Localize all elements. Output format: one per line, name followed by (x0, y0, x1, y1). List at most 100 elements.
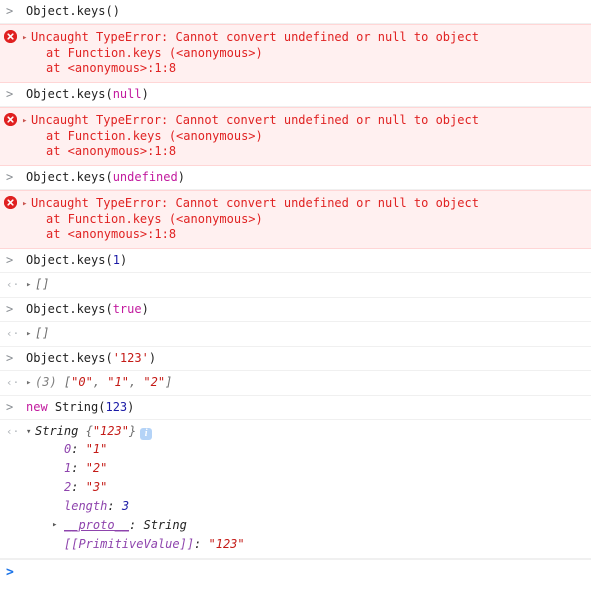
console-result-preview: ▸[] (26, 277, 591, 293)
expand-triangle-icon[interactable]: ▸ (26, 327, 35, 342)
error-circle-icon (4, 113, 17, 126)
token: "0" (71, 375, 93, 389)
property-value: String (143, 518, 187, 532)
property-separator: : (71, 442, 86, 456)
console-panel[interactable]: > Object.keys() ▸ Uncaught TypeError: Canno… (0, 0, 591, 603)
console-expression: Object.keys(1) (26, 253, 591, 268)
input-marker-icon: > (6, 170, 14, 184)
property-name: [[PrimitiveValue]] (64, 537, 195, 551)
console-input-row[interactable]: > Object.keys() (0, 0, 591, 24)
error-stack-line: at Function.keys (<anonymous>) (46, 212, 263, 226)
console-expression: Object.keys(null) (26, 87, 591, 102)
console-output-row[interactable]: ‹· ▸[] (0, 322, 591, 347)
property-separator: : (71, 480, 86, 494)
console-input-row[interactable]: > Object.keys('123') (0, 347, 591, 371)
token: , (92, 375, 108, 389)
error-message-block: ▸ Uncaught TypeError: Cannot convert unde… (22, 30, 591, 76)
output-marker-icon: ‹· (6, 376, 20, 389)
prompt-caret-icon: > (6, 565, 14, 580)
object-property-row[interactable]: 2: "3" (26, 478, 585, 497)
token: "1" (107, 375, 129, 389)
token: [] (35, 326, 50, 340)
token: ) (141, 87, 149, 101)
input-marker-icon: > (6, 351, 14, 365)
object-property-row[interactable]: ▸ __proto__: String (26, 516, 585, 535)
console-expression: Object.keys() (26, 4, 591, 19)
token: "2" (143, 375, 166, 389)
token: null (112, 87, 142, 101)
error-stack-line: at <anonymous>:1:8 (46, 61, 177, 75)
console-expression: Object.keys(undefined) (26, 170, 591, 185)
token: String( (47, 400, 106, 414)
console-input-row[interactable]: > Object.keys(null) (0, 83, 591, 107)
expand-triangle-icon[interactable]: ▸ (26, 376, 35, 391)
token: [] (35, 277, 50, 291)
error-stack-line: at Function.keys (<anonymous>) (46, 129, 263, 143)
console-error-row[interactable]: ▸ Uncaught TypeError: Cannot convert unde… (0, 107, 591, 166)
token: ] (165, 375, 173, 389)
console-prompt-row[interactable]: > (0, 559, 591, 603)
console-output-row[interactable]: ‹· ▸ (3) ["0", "1", "2"] (0, 371, 591, 396)
property-value: "123" (208, 537, 245, 551)
console-input-row[interactable]: > Object.keys(true) (0, 298, 591, 322)
expand-triangle-icon[interactable]: ▸ (26, 278, 35, 293)
property-name: __proto__ (64, 518, 130, 532)
console-output-row-expanded[interactable]: ‹· ▾ String {"123"} i 0: "1" 1: "2" 2: "3" leng… (0, 420, 591, 559)
info-badge-icon[interactable]: i (140, 428, 153, 440)
console-output-row[interactable]: ‹· ▸[] (0, 273, 591, 298)
property-value: 3 (121, 499, 130, 513)
error-message-block: ▸ Uncaught TypeError: Cannot convert unde… (22, 113, 591, 159)
object-property-row[interactable]: length: 3 (26, 497, 585, 516)
token: 1 (112, 253, 120, 267)
error-message-line: ▸ Uncaught TypeError: Cannot convert unde… (22, 113, 585, 129)
token: "123" (92, 424, 129, 438)
collapse-triangle-icon[interactable]: ▾ (26, 425, 35, 440)
property-name: length (64, 499, 108, 513)
console-error-row[interactable]: ▸ Uncaught TypeError: Cannot convert unde… (0, 24, 591, 83)
token: new (26, 400, 48, 414)
token: } (128, 424, 137, 438)
console-result-preview: ▸ (3) ["0", "1", "2"] (26, 375, 591, 391)
console-input-row[interactable]: > new String(123) (0, 396, 591, 420)
token: Object.keys( (26, 87, 113, 101)
token: Object.keys( (26, 170, 113, 184)
token: { (85, 424, 93, 438)
token: ) (177, 170, 185, 184)
token: true (112, 302, 142, 316)
input-marker-icon: > (6, 87, 14, 101)
property-separator: : (129, 518, 144, 532)
token: ) (127, 400, 135, 414)
error-message-text: Uncaught TypeError: Cannot convert undef… (31, 30, 479, 44)
token: , (128, 375, 144, 389)
input-marker-icon: > (6, 400, 14, 414)
object-property-list: 0: "1" 1: "2" 2: "3" length: 3 ▸ __proto__: S… (26, 440, 585, 554)
object-property-row[interactable]: 0: "1" (26, 440, 585, 459)
token: (3) (35, 375, 64, 389)
token: Object.keys( (26, 302, 113, 316)
console-input-row[interactable]: > Object.keys(undefined) (0, 166, 591, 190)
token: String (35, 424, 86, 438)
expand-triangle-icon[interactable]: ▸ (52, 516, 57, 535)
token: 123 (105, 400, 128, 414)
output-marker-icon: ‹· (6, 278, 20, 291)
property-separator: : (71, 461, 86, 475)
console-prompt-input[interactable] (26, 565, 591, 581)
expand-triangle-icon[interactable]: ▸ (22, 197, 31, 212)
error-message-text: Uncaught TypeError: Cannot convert undef… (31, 196, 479, 210)
console-result-preview: ▸[] (26, 326, 591, 342)
console-input-row[interactable]: > Object.keys(1) (0, 249, 591, 273)
error-stack-line: at <anonymous>:1:8 (46, 227, 177, 241)
output-marker-icon: ‹· (6, 425, 20, 438)
property-separator: : (107, 499, 122, 513)
property-value: "2" (85, 461, 108, 475)
error-circle-icon (4, 196, 17, 209)
console-error-row[interactable]: ▸ Uncaught TypeError: Cannot convert unde… (0, 190, 591, 249)
console-object-header: ▾ String {"123"} i 0: "1" 1: "2" 2: "3" length… (26, 424, 591, 554)
console-expression: new String(123) (26, 400, 591, 415)
expand-triangle-icon[interactable]: ▸ (22, 31, 31, 46)
expand-triangle-icon[interactable]: ▸ (22, 114, 31, 129)
error-message-line: ▸ Uncaught TypeError: Cannot convert unde… (22, 30, 585, 46)
object-property-row[interactable]: 1: "2" (26, 459, 585, 478)
token: undefined (112, 170, 178, 184)
object-property-row[interactable]: [[PrimitiveValue]]: "123" (26, 535, 585, 554)
